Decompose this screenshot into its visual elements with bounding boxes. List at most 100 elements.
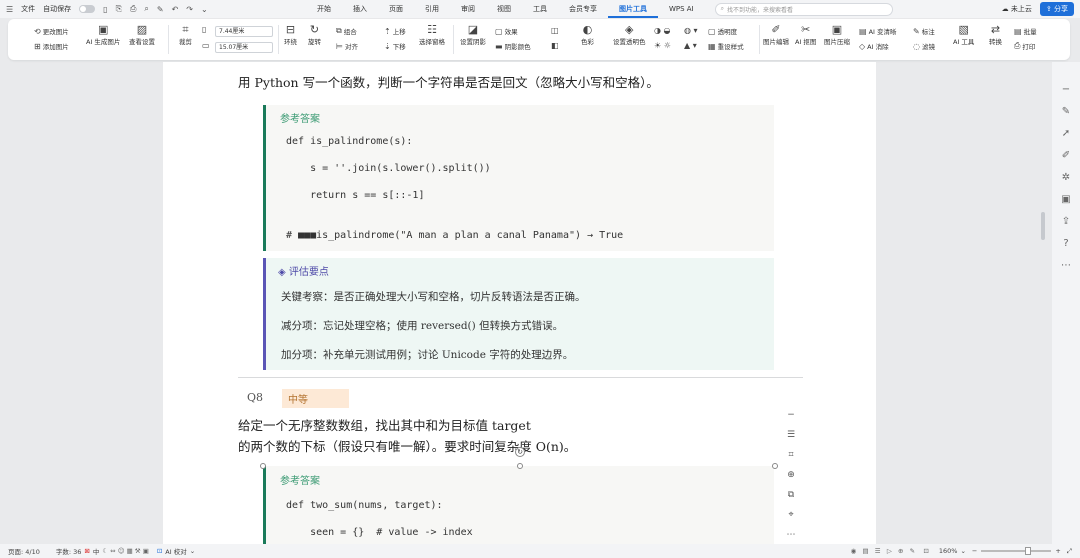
align-button[interactable]: ⊨ 对齐 bbox=[336, 41, 358, 52]
outline-icon[interactable]: ◍ ▾ bbox=[684, 26, 698, 35]
combine-button[interactable]: ⧉ 组合 bbox=[336, 26, 357, 36]
ai-check-dropdown-icon[interactable]: ⌄ bbox=[190, 547, 195, 555]
preview-icon[interactable]: ⌕ bbox=[144, 4, 148, 14]
transparency-button[interactable]: ▢ 透明度 bbox=[708, 26, 737, 37]
collapse-sidebar-icon[interactable]: − bbox=[1062, 84, 1070, 95]
filter-button[interactable]: ◌ 滤镜 bbox=[913, 41, 935, 52]
select-icon[interactable]: ➚ bbox=[1062, 128, 1070, 139]
tab-view[interactable]: 视图 bbox=[486, 0, 522, 18]
move-down-button[interactable]: ⇣ 下移 bbox=[384, 41, 406, 52]
zoom-in-icon[interactable]: ⊕ bbox=[787, 468, 795, 482]
file-menu[interactable]: 文件 bbox=[21, 4, 35, 14]
rotate-handle-icon[interactable]: ↻ bbox=[515, 447, 525, 457]
edit-icon[interactable]: ✎ bbox=[1062, 106, 1070, 117]
document-page[interactable]: 用 Python 写一个函数，判断一个字符串是否是回文（忽略大小写和空格）。 参… bbox=[163, 62, 876, 544]
spellcheck-icon[interactable]: ⊠ bbox=[84, 547, 89, 555]
more-options-icon[interactable]: ⋯ bbox=[1061, 260, 1071, 271]
effects-button[interactable]: ▢ 效果 bbox=[495, 26, 518, 37]
ai-tools-button[interactable]: ▧ AI 工具 bbox=[953, 24, 974, 47]
vertical-scrollbar[interactable] bbox=[1039, 62, 1047, 544]
undo-icon[interactable]: ↶ bbox=[172, 5, 179, 14]
ai-enhance-button[interactable]: ▤ AI 变清晰 bbox=[859, 26, 897, 37]
tab-insert[interactable]: 插入 bbox=[342, 0, 378, 18]
crop-icon[interactable]: ⌗ bbox=[788, 448, 793, 462]
ai-cutout-button[interactable]: ✂ AI 抠图 bbox=[795, 24, 816, 47]
brightness-icons[interactable]: ◑ ◒ bbox=[654, 26, 671, 35]
cloud-status[interactable]: ☁ 未上云 bbox=[1002, 4, 1032, 14]
tab-references[interactable]: 引用 bbox=[414, 0, 450, 18]
resize-handle[interactable] bbox=[772, 463, 778, 469]
autosave-toggle[interactable] bbox=[79, 5, 96, 13]
tab-wps-ai[interactable]: WPS AI bbox=[658, 0, 705, 18]
word-count[interactable]: 字数: 36 bbox=[56, 546, 82, 556]
zoom-level[interactable]: 160% bbox=[939, 547, 958, 555]
help-icon[interactable]: ? bbox=[1063, 238, 1068, 249]
tab-page[interactable]: 页面 bbox=[378, 0, 414, 18]
image-icon[interactable]: ▣ bbox=[1061, 194, 1070, 205]
resize-handle[interactable] bbox=[260, 463, 266, 469]
annotate-button[interactable]: ✎ 标注 bbox=[913, 26, 935, 37]
tab-review[interactable]: 审阅 bbox=[450, 0, 486, 18]
select-pane-button[interactable]: ☷ 选择窗格 bbox=[419, 24, 445, 47]
scrollbar-thumb[interactable] bbox=[1041, 212, 1045, 240]
shadow-color-button[interactable]: ▬ 阴影颜色 bbox=[495, 41, 531, 52]
tab-tools[interactable]: 工具 bbox=[522, 0, 558, 18]
zoom-in-icon[interactable]: + bbox=[1055, 547, 1060, 555]
collapse-icon[interactable]: − bbox=[787, 408, 795, 422]
more-icon[interactable]: ⋯ bbox=[787, 528, 796, 542]
batch-button[interactable]: ▤ 批量 bbox=[1014, 26, 1037, 37]
ai-check-button[interactable]: AI 校对 bbox=[165, 546, 186, 556]
zoom-out-icon[interactable]: − bbox=[972, 547, 977, 555]
crop-button[interactable]: ⌗ 裁剪 bbox=[179, 24, 192, 47]
print-icon[interactable]: ⎙ bbox=[130, 4, 136, 14]
pen-icon[interactable]: ✐ bbox=[1062, 150, 1070, 161]
format-painter-icon[interactable]: ✎ bbox=[157, 5, 164, 14]
pdf-icon[interactable]: ⎘ bbox=[116, 4, 122, 14]
resize-handle[interactable] bbox=[517, 463, 523, 469]
ai-gen-image-button[interactable]: ▣ AI 生成图片 bbox=[86, 24, 120, 47]
more-dropdown-icon[interactable]: ⌄ bbox=[201, 5, 208, 14]
share-panel-icon[interactable]: ⇪ bbox=[1062, 216, 1070, 227]
tab-home[interactable]: 开始 bbox=[306, 0, 342, 18]
shadow-reset-icon[interactable]: ◧ bbox=[551, 41, 559, 50]
change-image-button[interactable]: ⟲ 更改图片 bbox=[34, 26, 69, 37]
tab-picture-tools[interactable]: 图片工具 bbox=[608, 0, 658, 18]
redo-icon[interactable]: ↷ bbox=[186, 5, 193, 14]
search-input[interactable]: ⌕ 找不到功能，来搜索看看 bbox=[714, 2, 893, 16]
page-count[interactable]: 页面: 4/10 bbox=[8, 546, 40, 556]
menu-icon[interactable]: ☰ bbox=[6, 5, 13, 14]
convert-button[interactable]: ⇄ 转换 bbox=[989, 24, 1002, 47]
zoom-slider-thumb[interactable] bbox=[1025, 547, 1032, 555]
tools-icon[interactable]: ✲ bbox=[1062, 172, 1070, 183]
border-color-icon[interactable]: ▲ ▾ bbox=[684, 41, 697, 50]
shadow-button[interactable]: ◪ 设置阴影 bbox=[460, 24, 486, 47]
fit-page-icon[interactable]: ⤢ bbox=[1067, 547, 1072, 556]
share-button[interactable]: ⇪ 分享 bbox=[1039, 2, 1074, 16]
height-input[interactable]: 15.07厘米 bbox=[215, 42, 273, 53]
image-edit-button[interactable]: ✐ 图片编辑 bbox=[763, 24, 789, 47]
rotate-button[interactable]: ↻ 旋转 bbox=[308, 24, 321, 47]
copy-icon[interactable]: ⧉ bbox=[788, 488, 794, 502]
move-up-button[interactable]: ⇡ 上移 bbox=[384, 26, 406, 37]
input-language[interactable]: 中 bbox=[93, 546, 100, 556]
ai-scan-icon[interactable]: ⌖ bbox=[788, 508, 793, 522]
zoom-dropdown-icon[interactable]: ⌄ bbox=[960, 547, 965, 555]
image-compress-button[interactable]: ▣ 图片压缩 bbox=[824, 24, 850, 47]
ai-remove-button[interactable]: ◇ AI 消除 bbox=[859, 41, 889, 52]
shadow-toggle-icon[interactable]: ◫ bbox=[551, 26, 559, 35]
tab-member[interactable]: 会员专享 bbox=[558, 0, 608, 18]
set-transparent-button[interactable]: ◈ 设置透明色 bbox=[613, 24, 646, 47]
document-icon[interactable]: ▯ bbox=[103, 5, 107, 14]
view-settings-button[interactable]: ▨ 查看设置 bbox=[129, 24, 155, 47]
layout-options-icon[interactable]: ☰ bbox=[787, 428, 795, 442]
view-mode-icons[interactable]: ◉ ▤ ☰ ▷ ⊕ ✎ ⊡ bbox=[851, 547, 929, 555]
zoom-slider[interactable] bbox=[981, 547, 1052, 555]
add-image-button[interactable]: ⊞ 添加图片 bbox=[34, 41, 69, 52]
wrap-button[interactable]: ⊟ 环绕 bbox=[284, 24, 297, 47]
print-button[interactable]: ⎙ 打印 bbox=[1014, 41, 1035, 51]
reset-style-button[interactable]: ▦ 重设样式 bbox=[708, 41, 744, 52]
color-button[interactable]: ◐ 色彩 bbox=[581, 24, 594, 47]
contrast-icons[interactable]: ☀ ☼ bbox=[654, 41, 671, 50]
status-icons[interactable]: ☾ ⇔ ☺ ▦ ⚒ ▣ bbox=[102, 547, 149, 555]
width-input[interactable]: 7.44厘米 bbox=[215, 26, 273, 37]
